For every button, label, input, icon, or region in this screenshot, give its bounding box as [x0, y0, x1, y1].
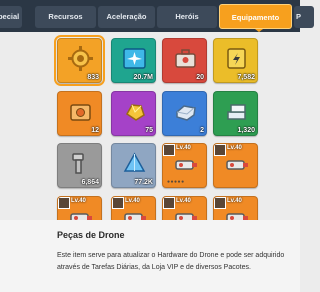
inventory-item[interactable]: 1,320 [213, 91, 258, 136]
gear-icon [67, 45, 94, 72]
airplane-blueprint-icon [121, 45, 148, 72]
hero-portrait [58, 197, 70, 209]
inventory-item[interactable]: 12 [57, 91, 102, 136]
item-count: 75 [145, 127, 153, 134]
tab-equipamento[interactable]: Equipamento [219, 4, 292, 29]
item-count: 2 [200, 127, 204, 134]
inventory-item[interactable]: Lv.40 ●●●●● [162, 143, 207, 188]
inventory-item[interactable]: 6,864 [57, 143, 102, 188]
drone-cannon-icon [223, 150, 250, 177]
item-count: 1,320 [237, 127, 255, 134]
ingot-stack-icon [223, 98, 250, 125]
item-grid: 833 20.7M 20 7,582 12 75 2 1,320 6,864 77.2K Lv.40… [0, 32, 300, 241]
toolbox-icon [172, 45, 199, 72]
hero-portrait [112, 197, 124, 209]
item-level: Lv.40 [227, 145, 242, 151]
inventory-item[interactable]: 77.2K [111, 143, 156, 188]
tab-aceleracao[interactable]: Aceleração [98, 6, 155, 28]
item-level: Lv.40 [227, 198, 242, 204]
inventory-item[interactable]: 2 [162, 91, 207, 136]
item-level: Lv.40 [71, 198, 86, 204]
item-detail-panel: Peças de Drone Este item serve para atua… [0, 220, 300, 292]
item-count: 20.7M [133, 74, 153, 81]
bolt-icon [67, 150, 94, 177]
tab-especial[interactable]: Especial [0, 6, 22, 28]
item-stars: ●●●●● [167, 179, 185, 185]
item-count: 6,864 [81, 179, 99, 186]
item-level: Lv.40 [176, 145, 191, 151]
item-count: 7,582 [237, 74, 255, 81]
hero-portrait [214, 197, 226, 209]
item-count: 20 [196, 74, 204, 81]
tab-recursos[interactable]: Recursos [35, 6, 96, 28]
item-count: 77.2K [134, 179, 153, 186]
inventory-item[interactable]: Lv.40 [213, 143, 258, 188]
inventory-item[interactable]: 20 [162, 38, 207, 83]
inventory-item[interactable]: 7,582 [213, 38, 258, 83]
tab-herois[interactable]: Heróis [157, 6, 217, 28]
steel-ingot-icon [172, 98, 199, 125]
inventory-item[interactable]: 20.7M [111, 38, 156, 83]
crystal-pyramid-icon [121, 150, 148, 177]
item-detail-title: Peças de Drone [57, 230, 125, 240]
hero-portrait [163, 197, 175, 209]
gold-ore-icon [121, 98, 148, 125]
inventory-item[interactable]: 833 [54, 35, 105, 86]
item-level: Lv.40 [176, 198, 191, 204]
hero-portrait [163, 144, 175, 156]
item-count: 12 [91, 127, 99, 134]
category-tab-bar: Especial Recursos Aceleração Heróis Equi… [0, 0, 314, 32]
hero-portrait [214, 144, 226, 156]
item-level: Lv.40 [125, 198, 140, 204]
drone-part-box-icon [67, 98, 94, 125]
item-detail-description: Este item serve para atualizar o Hardwar… [57, 252, 285, 271]
tab-partial[interactable]: P [294, 6, 314, 28]
drone-cannon-icon [172, 150, 199, 177]
inventory-item[interactable]: 75 [111, 91, 156, 136]
manual-book-icon [223, 45, 250, 72]
item-count: 833 [87, 74, 99, 81]
